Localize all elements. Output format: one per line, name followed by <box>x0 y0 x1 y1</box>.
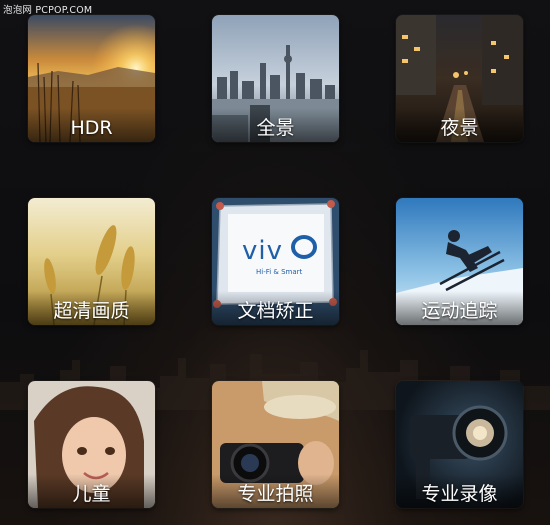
mode-label: 超清画质 <box>28 291 155 325</box>
mode-ultra-hd[interactable]: 超清画质 <box>28 198 155 325</box>
mode-pro-video[interactable]: 专业录像 <box>396 381 523 508</box>
mode-motion-tracking[interactable]: 运动追踪 <box>396 198 523 325</box>
vivo-logo: viv <box>242 236 283 266</box>
mode-pro-photo[interactable]: 专业拍照 <box>212 381 339 508</box>
vivo-logo-o-mark <box>291 235 317 259</box>
mode-label: 专业录像 <box>396 474 523 508</box>
mode-night[interactable]: 夜景 <box>396 15 523 142</box>
mode-label: 专业拍照 <box>212 474 339 508</box>
vivo-tagline: Hi-Fi & Smart <box>256 268 303 276</box>
watermark-text: 泡泡网 PCPOP.COM <box>3 5 93 16</box>
mode-children[interactable]: 儿童 <box>28 381 155 508</box>
mode-label: 全景 <box>212 108 339 142</box>
mode-label: 运动追踪 <box>396 291 523 325</box>
mode-label: 文档矫正 <box>212 291 339 325</box>
mode-hdr[interactable]: HDR <box>28 15 155 142</box>
mode-label: 儿童 <box>28 474 155 508</box>
mode-label: HDR <box>28 108 155 142</box>
mode-document-correction[interactable]: viv Hi-Fi & Smart 文档矫正 <box>212 198 339 325</box>
mode-panorama[interactable]: 全景 <box>212 15 339 142</box>
mode-label: 夜景 <box>396 108 523 142</box>
